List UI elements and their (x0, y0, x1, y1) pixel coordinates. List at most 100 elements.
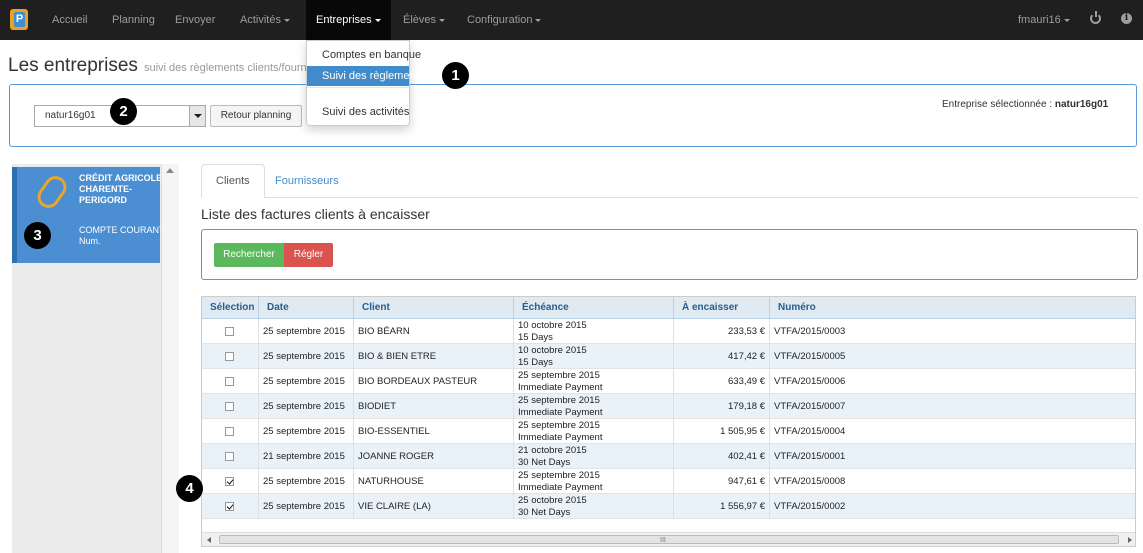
payment-terms: 15 Days (518, 356, 553, 368)
tab-fournisseurs[interactable]: Fournisseurs (260, 164, 354, 198)
row-checkbox[interactable] (225, 327, 234, 336)
regler-button[interactable]: Régler (284, 243, 333, 267)
user-menu[interactable]: fmauri16 (1018, 0, 1070, 40)
entreprises-dropdown-menu: Comptes en banque Suivi des règlements S… (306, 40, 424, 126)
payment-terms: 30 Net Days (518, 506, 571, 518)
table-horizontal-scrollbar[interactable]: III (202, 532, 1135, 546)
rechercher-button[interactable]: Rechercher (214, 243, 284, 267)
due-date-cell: 21 octobre 2015 30 Net Days (514, 444, 674, 469)
table-row[interactable]: 25 septembre 2015 BIO BÉARN 10 octobre 201… (202, 319, 1135, 344)
page-subtitle: suivi des règlements clients/fournisseur… (144, 62, 306, 74)
table-row[interactable]: 21 septembre 2015 JOANNE ROGER 21 octobre … (202, 444, 1135, 469)
table-row[interactable]: 25 septembre 2015 BIODIET 25 septembre 201… (202, 394, 1135, 419)
invoices-table: Sélection Date Client Échéance À encaiss… (201, 296, 1136, 547)
date-cell: 25 septembre 2015 (259, 394, 354, 419)
nav-eleves-label: Élèves (403, 14, 437, 26)
row-checkbox[interactable] (225, 427, 234, 436)
table-header: Sélection Date Client Échéance À encaiss… (202, 297, 1135, 319)
selection-cell (202, 444, 259, 469)
info-icon[interactable]: i (1121, 13, 1132, 24)
bank-account-label: COMPTE COURANT Num. (79, 225, 165, 246)
date-cell: 25 septembre 2015 (259, 369, 354, 394)
nav-planning[interactable]: Planning (112, 0, 155, 40)
nav-entreprises[interactable]: Entreprises (306, 0, 391, 40)
nav-activites[interactable]: Activités (240, 0, 290, 40)
date-cell: 25 septembre 2015 (259, 494, 354, 519)
nav-activites-label: Activités (240, 14, 281, 26)
scroll-up-icon[interactable] (166, 168, 174, 173)
selection-cell (202, 319, 259, 344)
due-date-cell: 10 octobre 2015 15 Days (514, 344, 674, 369)
amount-cell: 417,42 € (674, 344, 770, 369)
chevron-down-icon[interactable] (189, 106, 205, 126)
row-checkbox[interactable] (225, 377, 234, 386)
client-cell: BIO BORDEAUX PASTEUR (354, 369, 514, 394)
selection-cell (202, 344, 259, 369)
column-header-date[interactable]: Date (259, 297, 354, 319)
payment-terms: 15 Days (518, 331, 553, 343)
date-cell: 21 septembre 2015 (259, 444, 354, 469)
row-checkbox[interactable] (225, 502, 234, 511)
chevron-down-icon (439, 18, 446, 22)
date-cell: 25 septembre 2015 (259, 319, 354, 344)
selected-company-value: natur16g01 (1054, 99, 1109, 110)
nav-configuration[interactable]: Configuration (467, 0, 542, 40)
table-row[interactable]: 25 septembre 2015 BIO-ESSENTIEL 25 septemb… (202, 419, 1135, 444)
menu-item-suivi-reglements[interactable]: Suivi des règlements (307, 66, 424, 86)
scrollbar-thumb[interactable]: III (219, 535, 1119, 544)
column-header-numero[interactable]: Numéro (770, 297, 1135, 319)
table-row[interactable]: 25 septembre 2015 NATURHOUSE 25 septembre … (202, 469, 1135, 494)
number-cell: VTFA/2015/0003 (774, 326, 846, 337)
nav-eleves[interactable]: Élèves (403, 0, 446, 40)
amount-cell: 233,53 € (674, 319, 770, 344)
company-select-value: natur16g01 (45, 110, 96, 121)
selected-company-label: Entreprise sélectionnée : (942, 99, 1053, 110)
amount-cell: 947,61 € (674, 469, 770, 494)
due-date: 10 octobre 2015 (518, 345, 587, 356)
date-cell: 25 septembre 2015 (259, 344, 354, 369)
retour-planning-button[interactable]: Retour planning (210, 105, 302, 127)
menu-divider (307, 87, 409, 88)
column-header-client[interactable]: Client (354, 297, 514, 319)
row-checkbox[interactable] (225, 452, 234, 461)
date-cell: 25 septembre 2015 (259, 419, 354, 444)
row-checkbox[interactable] (225, 352, 234, 361)
step-marker-3: 3 (24, 222, 51, 249)
app-logo-letter: P (14, 12, 25, 27)
due-date: 25 septembre 2015 (518, 395, 600, 406)
menu-item-suivi-activites[interactable]: Suivi des activités (307, 102, 409, 122)
left-panel-scrollbar[interactable] (161, 164, 179, 553)
due-date-cell: 25 septembre 2015 Immediate Payment (514, 369, 674, 394)
column-header-echeance[interactable]: Échéance (514, 297, 674, 319)
due-date: 25 septembre 2015 (518, 470, 600, 481)
list-title: Liste des factures clients à encaisser (201, 206, 430, 222)
step-marker-2: 2 (110, 98, 137, 125)
table-row[interactable]: 25 septembre 2015 BIO & BIEN ETRE 10 octob… (202, 344, 1135, 369)
column-header-selection[interactable]: Sélection (202, 297, 259, 319)
column-header-a-encaisser[interactable]: À encaisser (674, 297, 770, 319)
nav-accueil[interactable]: Accueil (52, 0, 87, 40)
nav-envoyer[interactable]: Envoyer (175, 0, 215, 40)
amount-cell: 1 505,95 € (674, 419, 770, 444)
top-navbar: P Accueil Planning Envoyer Activités Ent… (0, 0, 1143, 40)
table-row[interactable]: 25 septembre 2015 BIO BORDEAUX PASTEUR 25 … (202, 369, 1135, 394)
client-cell: BIO-ESSENTIEL (354, 419, 514, 444)
app-logo[interactable]: P (10, 9, 28, 30)
due-date-cell: 25 septembre 2015 Immediate Payment (514, 469, 674, 494)
row-checkbox[interactable] (225, 402, 234, 411)
selection-cell (202, 494, 259, 519)
menu-item-comptes-banque[interactable]: Comptes en banque (307, 45, 421, 65)
selection-cell (202, 369, 259, 394)
amount-cell: 402,41 € (674, 444, 770, 469)
payment-terms: Immediate Payment (518, 431, 603, 443)
table-row[interactable]: 25 septembre 2015 VIE CLAIRE (LA) 25 octob… (202, 494, 1135, 519)
nav-entreprises-label: Entreprises (316, 14, 372, 26)
power-icon[interactable] (1090, 11, 1101, 24)
scrollbar-grip: III (660, 537, 666, 544)
selection-cell (202, 419, 259, 444)
due-date: 21 octobre 2015 (518, 445, 587, 456)
scroll-left-icon[interactable] (207, 537, 211, 543)
scroll-right-icon[interactable] (1128, 537, 1132, 543)
row-checkbox[interactable] (225, 477, 234, 486)
tab-clients[interactable]: Clients (201, 164, 265, 198)
